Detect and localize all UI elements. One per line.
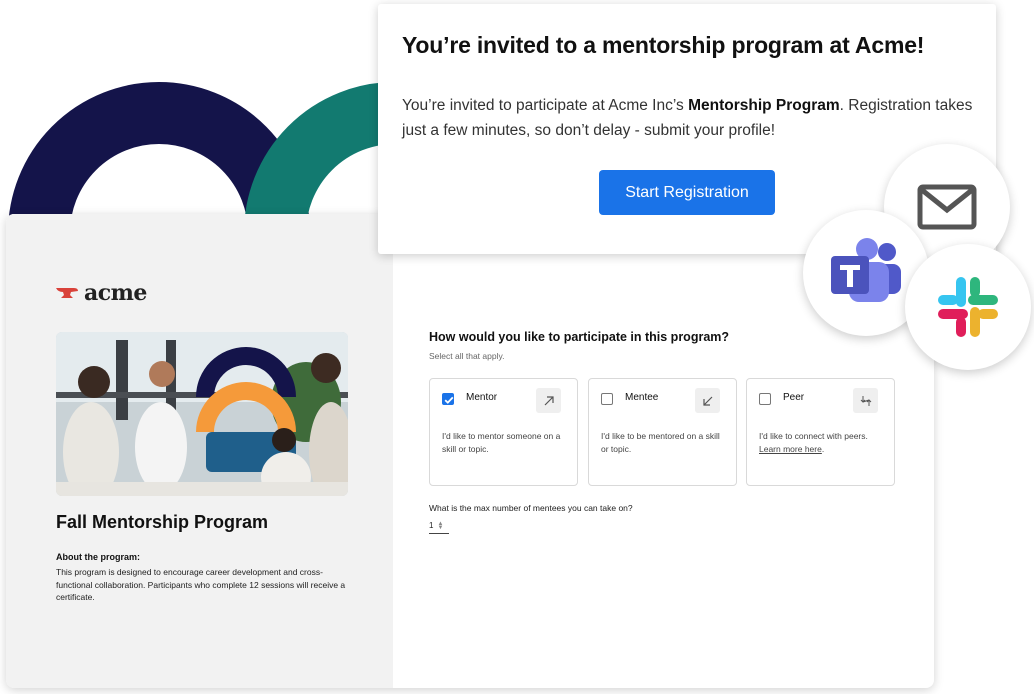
slack-integration[interactable]	[905, 244, 1031, 370]
stepper-arrows-icon[interactable]: ▲ ▼	[437, 521, 443, 531]
option-description: I'd like to mentor someone on a skill or…	[442, 431, 561, 454]
mail-icon	[917, 184, 977, 230]
arrows-swap-icon	[853, 388, 878, 413]
mentor-checkbox[interactable]	[442, 393, 454, 405]
max-mentees-label: What is the max number of mentees you ca…	[429, 503, 633, 513]
registration-card: acme Fall Mentorship Program About the p…	[6, 214, 934, 688]
program-name: Mentorship Program	[688, 97, 840, 114]
slack-icon	[938, 277, 998, 337]
program-photo	[56, 332, 348, 496]
anvil-icon	[56, 288, 78, 298]
checkmark-icon	[444, 396, 454, 404]
option-card-peer[interactable]: Peer I'd like to connect with peers. Lear…	[746, 378, 895, 486]
arrow-up-right-icon	[536, 388, 561, 413]
mentee-checkbox[interactable]	[601, 393, 613, 405]
invitation-body: You’re invited to participate at Acme In…	[402, 93, 992, 143]
option-label: Peer	[783, 392, 805, 403]
max-mentees-stepper[interactable]: 1 ▲ ▼	[429, 518, 449, 534]
arrow-down-left-icon	[695, 388, 720, 413]
participation-question: How would you like to participate in thi…	[429, 330, 730, 344]
invitation-title: You’re invited to a mentorship program a…	[402, 32, 925, 58]
option-label: Mentee	[625, 392, 659, 403]
microsoft-teams-icon	[831, 238, 901, 302]
option-description-text: I'd like to connect with peers.	[759, 431, 868, 441]
program-info-panel: acme Fall Mentorship Program About the p…	[6, 214, 393, 688]
start-registration-button[interactable]: Start Registration	[599, 170, 775, 215]
option-label: Mentor	[466, 392, 498, 403]
link-suffix: .	[821, 444, 825, 454]
max-mentees-value: 1	[429, 521, 434, 530]
about-heading: About the program:	[56, 552, 140, 562]
logo-wordmark: acme	[84, 280, 147, 306]
option-card-mentor[interactable]: Mentor I'd like to mentor someone on a s…	[429, 378, 578, 486]
acme-logo: acme	[56, 280, 147, 306]
peer-checkbox[interactable]	[759, 393, 771, 405]
option-card-mentee[interactable]: Mentee I'd like to be mentored on a skil…	[588, 378, 737, 486]
program-title: Fall Mentorship Program	[56, 512, 269, 532]
learn-more-link[interactable]: Learn more here	[759, 444, 822, 454]
invitation-body-prefix: You’re invited to participate at Acme In…	[402, 97, 689, 114]
option-description: I'd like to connect with peers. Learn mor…	[759, 430, 887, 456]
participation-hint: Select all that apply.	[429, 351, 505, 361]
about-text: This program is designed to encourage ca…	[56, 567, 346, 602]
option-description: I'd like to be mentored on a skill or to…	[601, 431, 720, 454]
